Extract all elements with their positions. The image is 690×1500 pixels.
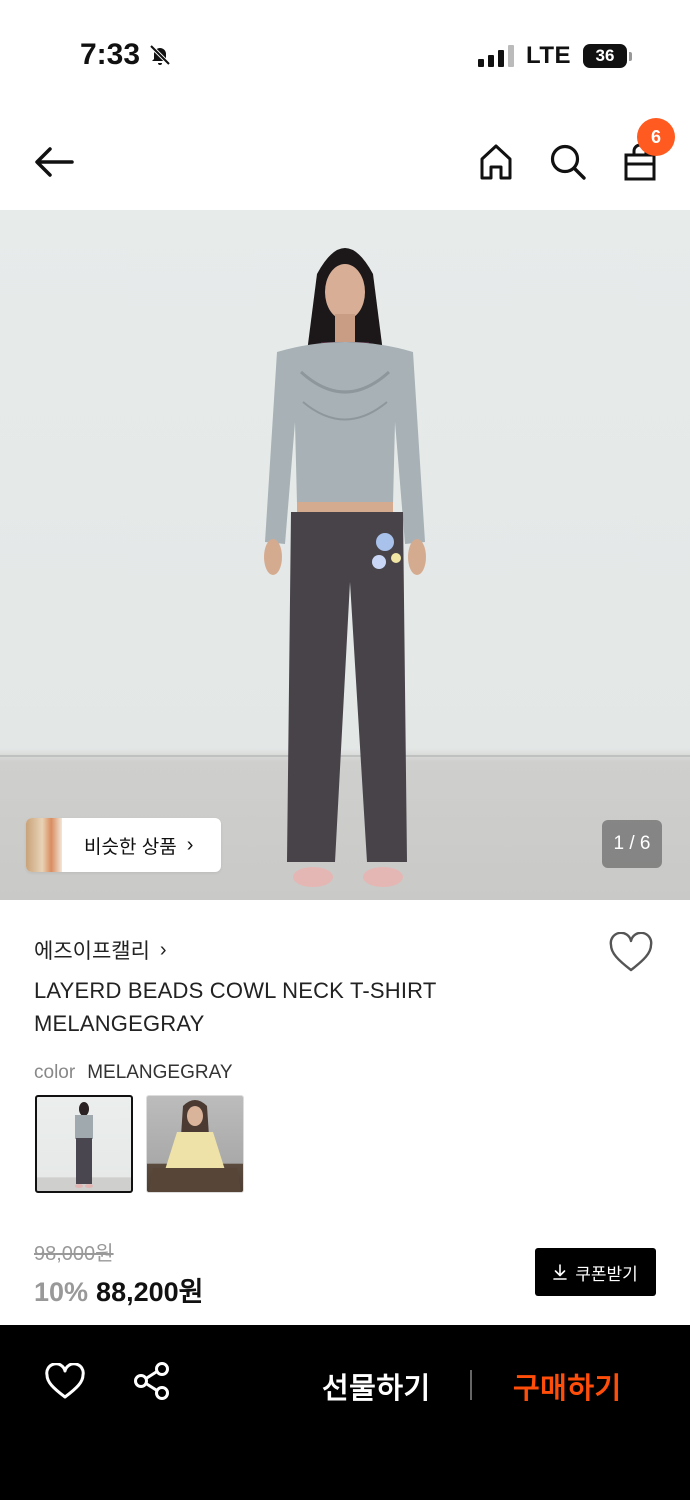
color-swatch-melangegray[interactable]: [35, 1095, 133, 1193]
bottom-wishlist-button[interactable]: [44, 1362, 88, 1403]
status-time-text: 7:33: [80, 38, 141, 71]
home-icon: [480, 144, 512, 180]
button-divider: [470, 1370, 472, 1400]
image-page-indicator: 1 / 6: [602, 820, 662, 868]
brand-name: 에즈이프캘리: [34, 940, 150, 963]
swatch-photo: [149, 1100, 241, 1192]
chevron-right-icon: ›: [186, 833, 194, 856]
heart-icon: [45, 1362, 85, 1399]
heart-icon: [609, 931, 653, 972]
network-type: LTE: [525, 42, 571, 69]
swatch-photo: [75, 1102, 93, 1188]
similar-products-thumbnail: [26, 818, 62, 872]
share-icon: [134, 1362, 169, 1400]
signal-icon: [477, 45, 514, 67]
status-bar: 7:33 LTE 36: [0, 0, 690, 110]
coupon-label: 쿠폰받기: [575, 1264, 638, 1284]
search-button[interactable]: [544, 138, 592, 186]
top-nav: 6: [0, 110, 690, 210]
cart-count-badge: 6: [637, 118, 675, 156]
sale-price: 88,200원: [96, 1277, 204, 1307]
product-image-carousel[interactable]: 비슷한 상품 › 1 / 6: [0, 210, 690, 900]
home-button[interactable]: [472, 138, 520, 186]
share-button[interactable]: [132, 1361, 176, 1405]
back-button[interactable]: [30, 138, 78, 186]
color-option-row: color MELANGEGRAY: [34, 1062, 233, 1084]
status-time: 7:33: [80, 38, 172, 72]
product-title: LAYERD BEADS COWL NECK T-SHIRT MELANGEGR…: [34, 978, 437, 1036]
discount-rate: 10%: [34, 1277, 89, 1307]
back-arrow-icon: [35, 147, 74, 177]
bell-muted-icon: [149, 44, 171, 66]
color-label: color: [34, 1062, 76, 1083]
gift-button[interactable]: 선물하기: [322, 1365, 431, 1407]
chevron-right-icon: ›: [159, 938, 167, 961]
bottom-action-bar: 선물하기 구매하기: [0, 1325, 690, 1500]
download-icon: [553, 1264, 568, 1280]
status-indicators: LTE 36: [477, 42, 632, 70]
buy-button[interactable]: 구매하기: [513, 1365, 622, 1407]
product-photo: [264, 248, 426, 887]
battery-icon: 36: [583, 44, 632, 68]
search-icon: [550, 144, 586, 180]
similar-products-button[interactable]: 비슷한 상품 ›: [26, 818, 221, 872]
color-swatch-alt[interactable]: [146, 1095, 244, 1193]
price-row: 10% 88,200원: [34, 1270, 203, 1309]
brand-link[interactable]: 에즈이프캘리 ›: [34, 935, 167, 965]
similar-products-label: 비슷한 상품: [84, 836, 177, 858]
wishlist-button[interactable]: [608, 931, 656, 976]
original-price: 98,000원: [34, 1243, 114, 1265]
battery-level: 36: [583, 44, 627, 68]
selected-color: MELANGEGRAY: [87, 1062, 233, 1083]
coupon-download-button[interactable]: 쿠폰받기: [535, 1248, 656, 1296]
